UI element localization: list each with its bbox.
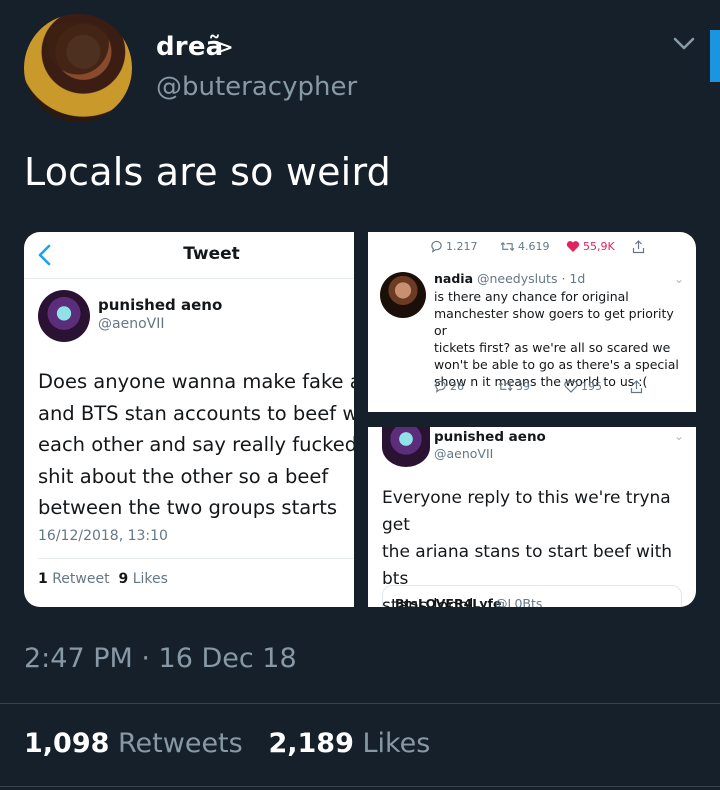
tweet-text: Locals are so weird	[24, 150, 391, 194]
like-action: 195	[564, 380, 602, 393]
avatar	[380, 272, 426, 318]
image-topbar-title: Tweet	[183, 244, 240, 264]
quoted-tweet-card: BtsLOVER4Lyfe @L0Bts	[382, 585, 682, 607]
author-line: nadia @needysluts · 1d	[434, 271, 585, 286]
quote-author-name: BtsLOVER4Lyfe	[395, 596, 502, 607]
likes-label[interactable]: Likes	[362, 728, 430, 759]
quoted-tweet-body: Does anyone wanna make fake aria and BTS…	[38, 370, 354, 519]
accent-bar	[710, 30, 720, 82]
likes-count[interactable]: 2,189	[268, 728, 353, 759]
chevron-down-icon: ⌄	[674, 272, 685, 286]
like-count: 195	[581, 380, 602, 393]
media-image-bottom-right[interactable]: punished aeno @aenoVII ⌄ Everyone reply …	[368, 427, 696, 607]
author-name: nadia	[434, 271, 474, 286]
chevron-down-icon[interactable]	[670, 30, 698, 58]
likes-label: Likes	[132, 571, 168, 587]
divider	[0, 786, 720, 787]
likes-count: 9	[118, 571, 129, 587]
share-action	[632, 240, 645, 254]
retweet-count: 4.619	[518, 240, 550, 253]
post-age: · 1d	[561, 271, 586, 286]
profile-avatar[interactable]	[24, 14, 132, 122]
action-row: 26 39 195	[434, 380, 684, 400]
chevron-down-icon: ⌄	[674, 429, 685, 443]
timestamp: 16/12/2018, 13:10	[38, 528, 168, 544]
retweet-count: 39	[516, 380, 530, 393]
reply-count: 1.217	[446, 240, 478, 253]
reply-icon	[435, 380, 446, 393]
reply-icon	[431, 240, 442, 253]
retweets-label: Retweet	[52, 571, 110, 587]
tweet-stats: 1,098 Retweets 2,189 Likes	[24, 728, 430, 759]
share-action	[630, 380, 643, 394]
retweet-action: 4.619	[500, 240, 550, 253]
tweet-timestamp[interactable]: 2:47 PM · 16 Dec 18	[24, 643, 297, 674]
like-action: 55,9K	[566, 240, 615, 253]
media-image-left[interactable]: Tweet punished aeno @aenoVII Does anyone…	[24, 232, 354, 607]
author-name: punished aeno	[434, 429, 546, 445]
retweet-icon	[500, 241, 515, 252]
author-handle: @aenoVII	[434, 446, 494, 461]
action-row: 1.217 4.619 55,9K	[430, 240, 690, 260]
share-icon	[632, 240, 645, 254]
retweets-label[interactable]: Retweets	[118, 728, 243, 759]
author-name: punished aeno	[98, 296, 223, 314]
like-count: 55,9K	[583, 240, 615, 253]
divider	[38, 558, 354, 559]
heart-outline-icon	[564, 380, 578, 393]
retweets-count: 1	[38, 571, 48, 587]
reply-body: is there any chance for original manches…	[434, 289, 679, 389]
author-handle: @needysluts	[477, 271, 558, 286]
avatar	[38, 290, 90, 342]
reply-count: 26	[450, 380, 464, 393]
user-handle[interactable]: @buteracypher	[156, 72, 357, 102]
avatar	[382, 427, 430, 467]
retweet-icon	[498, 381, 513, 392]
media-image-top-right[interactable]: 1.217 4.619 55,9K nadia @needysluts · 1d…	[368, 232, 696, 412]
reply-action: 26	[434, 380, 464, 393]
engagement-stats: 1 Retweet 9 Likes	[38, 571, 168, 587]
reply-action: 1.217	[430, 240, 478, 253]
retweet-action: 39	[498, 380, 530, 393]
heart-icon	[566, 241, 580, 252]
name-glyph-icon: ⋗	[214, 33, 235, 61]
share-icon	[630, 380, 643, 394]
author-handle: @aenoVII	[98, 316, 165, 332]
quote-author-handle: @L0Bts	[495, 596, 543, 607]
retweets-count[interactable]: 1,098	[24, 728, 109, 759]
divider	[0, 703, 720, 704]
